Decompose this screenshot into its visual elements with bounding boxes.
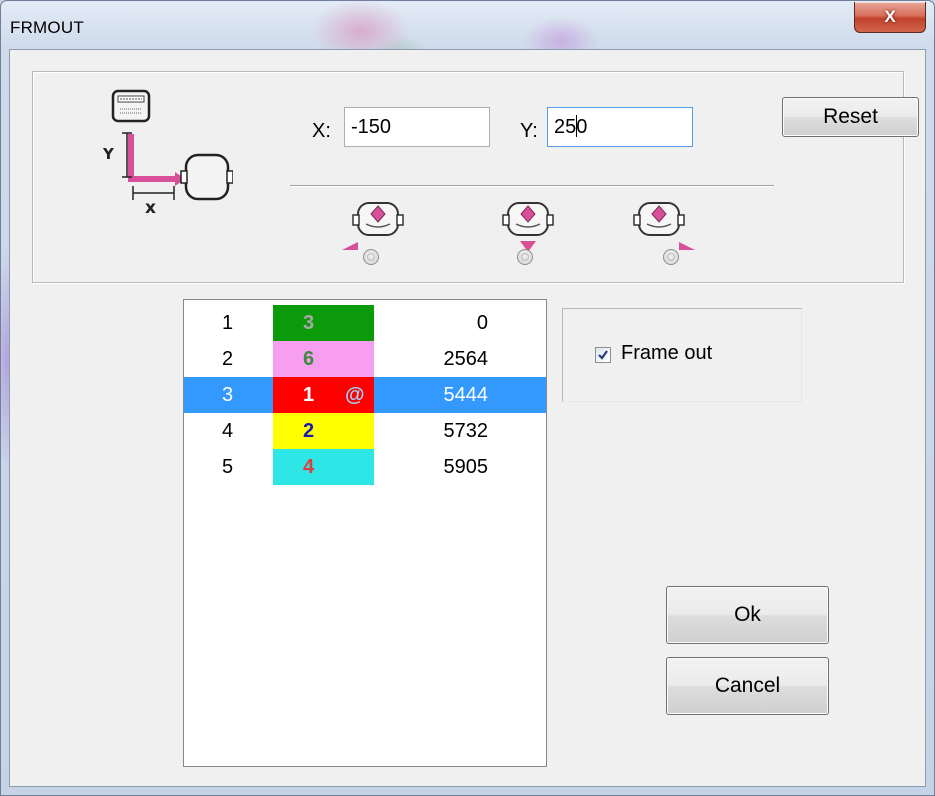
- svg-text:Y: Y: [102, 145, 115, 163]
- x-label: X:: [312, 120, 331, 142]
- position-left-radio[interactable]: [363, 249, 379, 265]
- frame-bottom-icon: [502, 202, 554, 252]
- frame-out-checkbox[interactable]: [595, 347, 611, 363]
- row-index: 4: [222, 420, 234, 442]
- frame-right-icon: [633, 202, 695, 250]
- list-item[interactable]: 5 4 5905: [184, 449, 546, 485]
- current-marker: @: [345, 384, 365, 406]
- stitch-count: 2564: [443, 348, 489, 370]
- stitch-count: 5732: [443, 420, 489, 442]
- checkmark-icon: [598, 350, 608, 360]
- row-index: 1: [222, 312, 234, 334]
- list-item[interactable]: 2 6 2564: [184, 341, 546, 377]
- y-label: Y:: [520, 120, 538, 142]
- ok-button[interactable]: Ok: [666, 586, 829, 644]
- color-sequence-list[interactable]: 1 3 0 2 6 2564 3 1 @ 5444 4 2 5732 5 4 5…: [183, 299, 547, 767]
- close-icon: X: [884, 7, 896, 26]
- x-offset-input[interactable]: -150: [344, 107, 490, 147]
- needle-number: 1: [303, 384, 315, 406]
- y-value-text-tail: 0: [576, 116, 588, 138]
- needle-number: 3: [303, 312, 315, 334]
- close-button[interactable]: X: [854, 2, 926, 33]
- machine-offset-icon: Y x: [102, 89, 233, 214]
- reset-button[interactable]: Reset: [782, 97, 919, 137]
- dialog-client-area: Y x X: -150 Y: 250 Reset 1 3 0 2 6 2564 …: [9, 49, 926, 787]
- position-right-radio[interactable]: [663, 249, 679, 265]
- color-swatch: 2: [273, 413, 374, 449]
- y-value-text: 25: [554, 116, 577, 138]
- row-index: 5: [222, 456, 234, 478]
- separator-line: [290, 185, 774, 187]
- color-swatch: 6: [273, 341, 374, 377]
- needle-number: 2: [303, 420, 315, 442]
- dialog-window: FRMOUT X Y x X: -150 Y: 250 Reset 1 3 0 …: [0, 0, 935, 796]
- stitch-count: 5905: [443, 456, 489, 478]
- color-swatch: 1 @: [273, 377, 374, 413]
- position-bottom-radio[interactable]: [517, 249, 533, 265]
- list-item-selected[interactable]: 3 1 @ 5444: [184, 377, 546, 413]
- list-item[interactable]: 1 3 0: [184, 305, 546, 341]
- frame-out-group: Frame out: [562, 308, 802, 402]
- stitch-count: 5444: [443, 384, 489, 406]
- needle-number: 4: [303, 456, 315, 478]
- row-index: 2: [222, 348, 234, 370]
- color-swatch: 4: [273, 449, 374, 485]
- y-offset-input[interactable]: 250: [547, 107, 693, 147]
- frame-out-label[interactable]: Frame out: [621, 342, 712, 365]
- row-index: 3: [222, 384, 234, 406]
- stitch-count: 0: [476, 312, 488, 334]
- window-title: FRMOUT: [10, 18, 84, 37]
- needle-number: 6: [303, 348, 315, 370]
- cancel-button[interactable]: Cancel: [666, 657, 829, 715]
- offset-group: Y x X: -150 Y: 250 Reset: [32, 71, 919, 283]
- svg-text:x: x: [145, 198, 156, 214]
- frame-left-icon: [342, 202, 404, 250]
- color-swatch: 3: [273, 305, 374, 341]
- list-item[interactable]: 4 2 5732: [184, 413, 546, 449]
- title-bar[interactable]: FRMOUT X: [1, 1, 934, 51]
